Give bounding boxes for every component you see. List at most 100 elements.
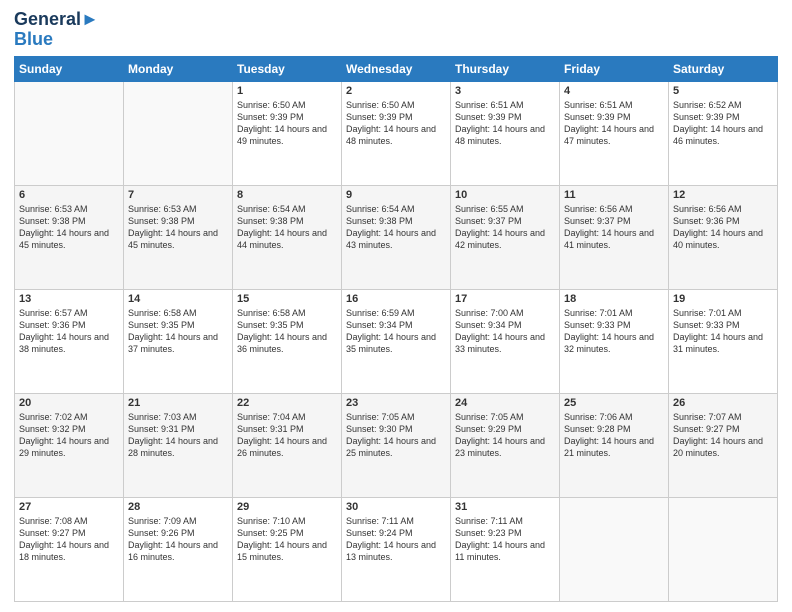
calendar-week-2: 6 Sunrise: 6:53 AMSunset: 9:38 PMDaylight… bbox=[15, 185, 778, 289]
calendar-cell: 11 Sunrise: 6:56 AMSunset: 9:37 PMDayligh… bbox=[560, 185, 669, 289]
day-number: 18 bbox=[564, 293, 664, 305]
day-number: 15 bbox=[237, 293, 337, 305]
calendar-cell: 17 Sunrise: 7:00 AMSunset: 9:34 PMDayligh… bbox=[451, 289, 560, 393]
day-number: 29 bbox=[237, 501, 337, 513]
page-header: General► Blue bbox=[14, 10, 778, 50]
day-number: 25 bbox=[564, 397, 664, 409]
calendar-cell: 2 Sunrise: 6:50 AMSunset: 9:39 PMDaylight… bbox=[342, 81, 451, 185]
day-number: 1 bbox=[237, 85, 337, 97]
calendar-cell: 4 Sunrise: 6:51 AMSunset: 9:39 PMDaylight… bbox=[560, 81, 669, 185]
calendar-cell: 15 Sunrise: 6:58 AMSunset: 9:35 PMDayligh… bbox=[233, 289, 342, 393]
day-header-thursday: Thursday bbox=[451, 56, 560, 81]
calendar-cell: 23Sunrise: 7:05 AMSunset: 9:30 PMDayligh… bbox=[342, 393, 451, 497]
day-number: 8 bbox=[237, 189, 337, 201]
calendar-cell: 24Sunrise: 7:05 AMSunset: 9:29 PMDayligh… bbox=[451, 393, 560, 497]
calendar-cell: 28Sunrise: 7:09 AMSunset: 9:26 PMDayligh… bbox=[124, 497, 233, 601]
day-header-friday: Friday bbox=[560, 56, 669, 81]
calendar-cell: 27Sunrise: 7:08 AMSunset: 9:27 PMDayligh… bbox=[15, 497, 124, 601]
cell-info: Sunrise: 7:01 AMSunset: 9:33 PMDaylight:… bbox=[673, 307, 773, 356]
day-header-monday: Monday bbox=[124, 56, 233, 81]
calendar-cell: 1 Sunrise: 6:50 AMSunset: 9:39 PMDaylight… bbox=[233, 81, 342, 185]
cell-info: Sunrise: 7:06 AMSunset: 9:28 PMDaylight:… bbox=[564, 411, 664, 460]
calendar-cell: 16Sunrise: 6:59 AMSunset: 9:34 PMDayligh… bbox=[342, 289, 451, 393]
day-number: 7 bbox=[128, 189, 228, 201]
cell-info: Sunrise: 6:56 AMSunset: 9:37 PMDaylight:… bbox=[564, 203, 664, 252]
calendar-cell: 21 Sunrise: 7:03 AMSunset: 9:31 PMDayligh… bbox=[124, 393, 233, 497]
calendar-cell: 13Sunrise: 6:57 AMSunset: 9:36 PMDayligh… bbox=[15, 289, 124, 393]
calendar-cell: 25 Sunrise: 7:06 AMSunset: 9:28 PMDayligh… bbox=[560, 393, 669, 497]
calendar-cell: 7 Sunrise: 6:53 AMSunset: 9:38 PMDaylight… bbox=[124, 185, 233, 289]
cell-info: Sunrise: 7:01 AMSunset: 9:33 PMDaylight:… bbox=[564, 307, 664, 356]
day-number: 11 bbox=[564, 189, 664, 201]
calendar-cell: 31Sunrise: 7:11 AMSunset: 9:23 PMDayligh… bbox=[451, 497, 560, 601]
calendar-cell: 10 Sunrise: 6:55 AMSunset: 9:37 PMDayligh… bbox=[451, 185, 560, 289]
day-number: 9 bbox=[346, 189, 446, 201]
day-number: 30 bbox=[346, 501, 446, 513]
day-number: 12 bbox=[673, 189, 773, 201]
calendar-cell: 6 Sunrise: 6:53 AMSunset: 9:38 PMDaylight… bbox=[15, 185, 124, 289]
calendar-cell: 9 Sunrise: 6:54 AMSunset: 9:38 PMDaylight… bbox=[342, 185, 451, 289]
calendar-table: SundayMondayTuesdayWednesdayThursdayFrid… bbox=[14, 56, 778, 602]
cell-info: Sunrise: 7:05 AMSunset: 9:29 PMDaylight:… bbox=[455, 411, 555, 460]
calendar-cell: 12 Sunrise: 6:56 AMSunset: 9:36 PMDayligh… bbox=[669, 185, 778, 289]
cell-info: Sunrise: 6:57 AMSunset: 9:36 PMDaylight:… bbox=[19, 307, 119, 356]
day-number: 26 bbox=[673, 397, 773, 409]
cell-info: Sunrise: 6:52 AMSunset: 9:39 PMDaylight:… bbox=[673, 99, 773, 148]
calendar-week-1: 1 Sunrise: 6:50 AMSunset: 9:39 PMDaylight… bbox=[15, 81, 778, 185]
day-number: 19 bbox=[673, 293, 773, 305]
cell-info: Sunrise: 6:53 AMSunset: 9:38 PMDaylight:… bbox=[19, 203, 119, 252]
cell-info: Sunrise: 7:00 AMSunset: 9:34 PMDaylight:… bbox=[455, 307, 555, 356]
day-number: 21 bbox=[128, 397, 228, 409]
day-number: 6 bbox=[19, 189, 119, 201]
day-number: 5 bbox=[673, 85, 773, 97]
day-number: 22 bbox=[237, 397, 337, 409]
cell-info: Sunrise: 7:11 AMSunset: 9:24 PMDaylight:… bbox=[346, 515, 446, 564]
calendar-cell: 30 Sunrise: 7:11 AMSunset: 9:24 PMDayligh… bbox=[342, 497, 451, 601]
calendar-cell: 18 Sunrise: 7:01 AMSunset: 9:33 PMDayligh… bbox=[560, 289, 669, 393]
calendar-cell: 19 Sunrise: 7:01 AMSunset: 9:33 PMDayligh… bbox=[669, 289, 778, 393]
cell-info: Sunrise: 7:08 AMSunset: 9:27 PMDaylight:… bbox=[19, 515, 119, 564]
calendar-cell bbox=[560, 497, 669, 601]
cell-info: Sunrise: 6:50 AMSunset: 9:39 PMDaylight:… bbox=[346, 99, 446, 148]
day-number: 10 bbox=[455, 189, 555, 201]
day-number: 2 bbox=[346, 85, 446, 97]
cell-info: Sunrise: 7:03 AMSunset: 9:31 PMDaylight:… bbox=[128, 411, 228, 460]
logo: General► Blue bbox=[14, 10, 99, 50]
cell-info: Sunrise: 6:50 AMSunset: 9:39 PMDaylight:… bbox=[237, 99, 337, 148]
day-number: 4 bbox=[564, 85, 664, 97]
calendar-cell: 29Sunrise: 7:10 AMSunset: 9:25 PMDayligh… bbox=[233, 497, 342, 601]
cell-info: Sunrise: 6:58 AMSunset: 9:35 PMDaylight:… bbox=[128, 307, 228, 356]
calendar-cell: 26 Sunrise: 7:07 AMSunset: 9:27 PMDayligh… bbox=[669, 393, 778, 497]
calendar-cell bbox=[124, 81, 233, 185]
logo-text-blue: Blue bbox=[14, 30, 99, 50]
calendar-week-5: 27Sunrise: 7:08 AMSunset: 9:27 PMDayligh… bbox=[15, 497, 778, 601]
day-number: 16 bbox=[346, 293, 446, 305]
day-number: 17 bbox=[455, 293, 555, 305]
cell-info: Sunrise: 6:56 AMSunset: 9:36 PMDaylight:… bbox=[673, 203, 773, 252]
calendar-week-4: 20Sunrise: 7:02 AMSunset: 9:32 PMDayligh… bbox=[15, 393, 778, 497]
cell-info: Sunrise: 6:54 AMSunset: 9:38 PMDaylight:… bbox=[237, 203, 337, 252]
calendar-cell bbox=[669, 497, 778, 601]
cell-info: Sunrise: 6:55 AMSunset: 9:37 PMDaylight:… bbox=[455, 203, 555, 252]
day-header-saturday: Saturday bbox=[669, 56, 778, 81]
calendar-header-row: SundayMondayTuesdayWednesdayThursdayFrid… bbox=[15, 56, 778, 81]
cell-info: Sunrise: 7:04 AMSunset: 9:31 PMDaylight:… bbox=[237, 411, 337, 460]
calendar-cell: 22 Sunrise: 7:04 AMSunset: 9:31 PMDayligh… bbox=[233, 393, 342, 497]
day-header-wednesday: Wednesday bbox=[342, 56, 451, 81]
day-number: 3 bbox=[455, 85, 555, 97]
cell-info: Sunrise: 7:11 AMSunset: 9:23 PMDaylight:… bbox=[455, 515, 555, 564]
calendar-cell: 3 Sunrise: 6:51 AMSunset: 9:39 PMDaylight… bbox=[451, 81, 560, 185]
calendar-cell bbox=[15, 81, 124, 185]
cell-info: Sunrise: 7:07 AMSunset: 9:27 PMDaylight:… bbox=[673, 411, 773, 460]
cell-info: Sunrise: 6:58 AMSunset: 9:35 PMDaylight:… bbox=[237, 307, 337, 356]
logo-text: General► bbox=[14, 10, 99, 30]
cell-info: Sunrise: 7:09 AMSunset: 9:26 PMDaylight:… bbox=[128, 515, 228, 564]
cell-info: Sunrise: 7:02 AMSunset: 9:32 PMDaylight:… bbox=[19, 411, 119, 460]
cell-info: Sunrise: 6:54 AMSunset: 9:38 PMDaylight:… bbox=[346, 203, 446, 252]
cell-info: Sunrise: 6:53 AMSunset: 9:38 PMDaylight:… bbox=[128, 203, 228, 252]
calendar-cell: 14Sunrise: 6:58 AMSunset: 9:35 PMDayligh… bbox=[124, 289, 233, 393]
cell-info: Sunrise: 6:51 AMSunset: 9:39 PMDaylight:… bbox=[455, 99, 555, 148]
cell-info: Sunrise: 6:51 AMSunset: 9:39 PMDaylight:… bbox=[564, 99, 664, 148]
day-header-sunday: Sunday bbox=[15, 56, 124, 81]
calendar-cell: 5 Sunrise: 6:52 AMSunset: 9:39 PMDaylight… bbox=[669, 81, 778, 185]
